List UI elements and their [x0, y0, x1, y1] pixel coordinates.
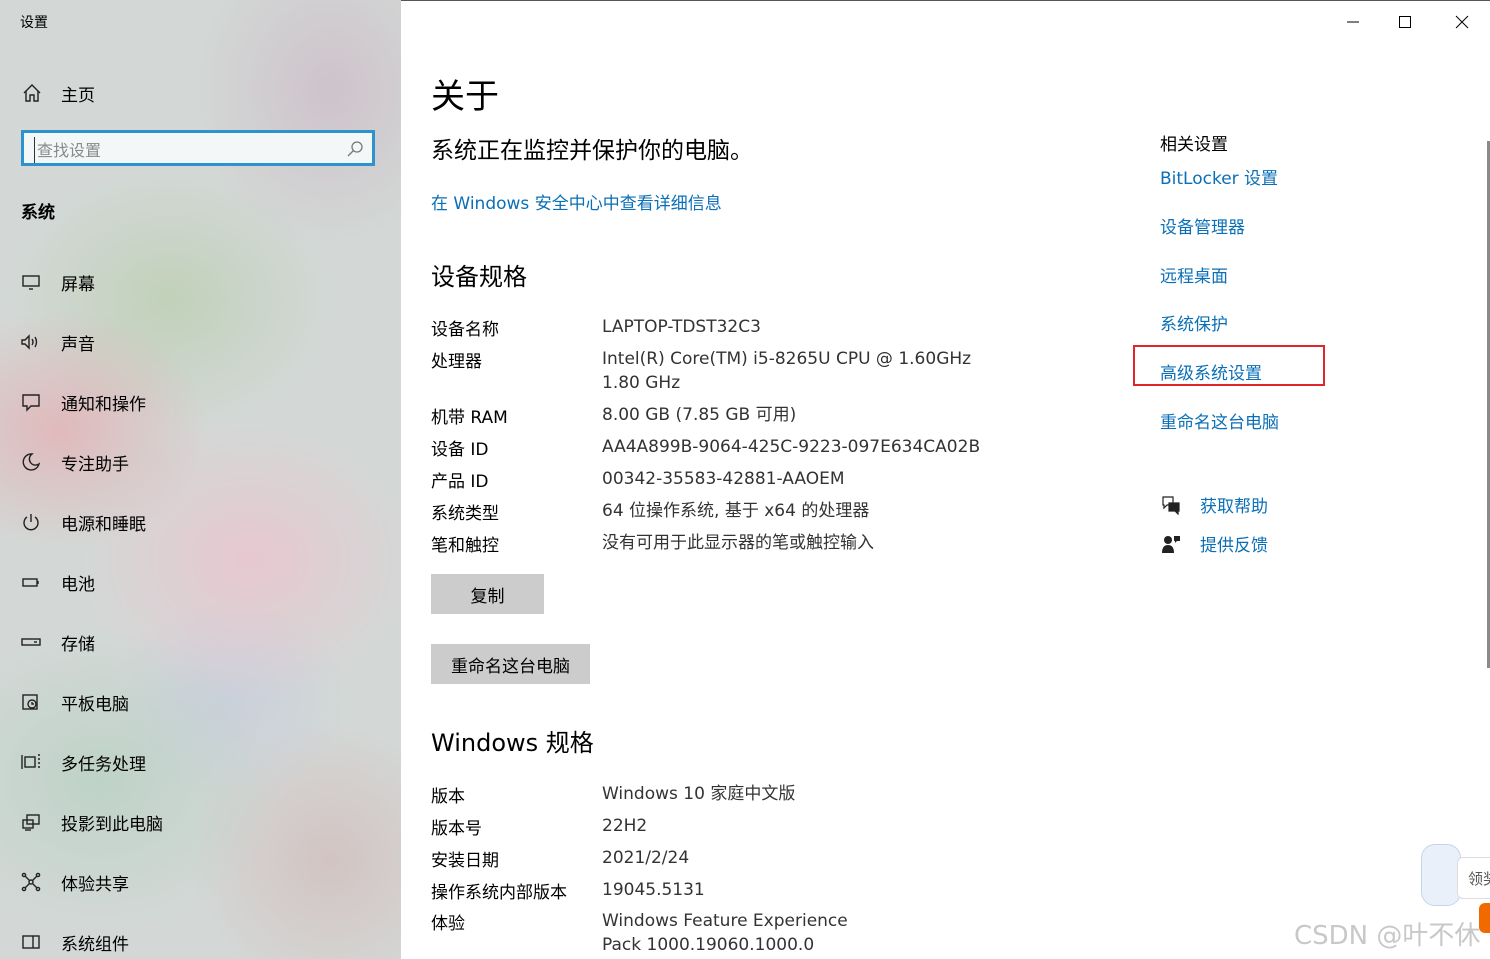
- sidebar-item-project[interactable]: 投影到此电脑: [20, 807, 163, 837]
- power-icon: [20, 511, 42, 533]
- spec-value: AA4A899B-9064-425C-9223-097E634CA02B: [602, 437, 981, 457]
- sidebar-home[interactable]: 主页: [20, 79, 95, 107]
- highlight-box: [1133, 345, 1325, 386]
- sidebar-home-label: 主页: [61, 85, 95, 106]
- spec-value: Windows 10 家庭中文版: [602, 784, 796, 804]
- sidebar-item-label: 投影到此电脑: [61, 814, 163, 835]
- bitlocker-link[interactable]: BitLocker 设置: [1160, 164, 1278, 189]
- spec-key: 机带 RAM: [431, 408, 508, 428]
- spec-value: 2021/2/24: [602, 848, 690, 868]
- watermark: CSDN @叶不休: [1294, 921, 1481, 951]
- spec-key: 体验: [431, 914, 465, 934]
- spec-value: 8.00 GB (7.85 GB 可用): [602, 405, 797, 425]
- spec-key: 设备名称: [431, 320, 499, 340]
- spec-key: 版本: [431, 787, 465, 807]
- sidebar-item-label: 电池: [61, 574, 95, 595]
- spec-key: 系统类型: [431, 504, 499, 524]
- search-icon[interactable]: [346, 140, 364, 158]
- sidebar-item-battery[interactable]: 电池: [20, 567, 95, 597]
- app-title: 设置: [20, 15, 48, 31]
- minimize-button[interactable]: [1338, 9, 1368, 35]
- device-specs-heading: 设备规格: [431, 263, 527, 291]
- sidebar-item-storage[interactable]: 存储: [20, 627, 95, 657]
- windows-specs-heading: Windows 规格: [431, 729, 594, 757]
- multitask-icon: [20, 751, 42, 773]
- rename-pc-link[interactable]: 重命名这台电脑: [1160, 408, 1279, 433]
- sidebar-item-label: 通知和操作: [61, 394, 146, 415]
- sidebar-item-label: 体验共享: [61, 874, 129, 895]
- search-input[interactable]: [34, 137, 339, 163]
- spec-key: 操作系统内部版本: [431, 883, 567, 903]
- spec-value: LAPTOP-TDST32C3: [602, 317, 761, 337]
- rename-pc-button[interactable]: 重命名这台电脑: [431, 644, 590, 684]
- tablet-icon: [20, 691, 42, 713]
- storage-icon: [20, 631, 42, 653]
- home-icon: [20, 81, 44, 105]
- spec-value: Intel(R) Core(TM) i5-8265U CPU @ 1.60GHz…: [602, 349, 972, 393]
- sidebar-item-sound[interactable]: 声音: [20, 327, 95, 357]
- notification-icon: [20, 391, 42, 413]
- sidebar-item-tablet[interactable]: 平板电脑: [20, 687, 129, 717]
- search-box: [21, 130, 375, 166]
- related-settings-title: 相关设置: [1160, 135, 1228, 155]
- page-title: 关于: [431, 77, 499, 117]
- spec-key: 设备 ID: [431, 440, 489, 460]
- sidebar-item-power[interactable]: 电源和睡眠: [20, 507, 146, 537]
- battery-icon: [20, 571, 42, 593]
- spec-key: 产品 ID: [431, 472, 489, 492]
- speaker-icon: [20, 331, 42, 353]
- sidebar-item-notifications[interactable]: 通知和操作: [20, 387, 146, 417]
- sidebar-item-multitask[interactable]: 多任务处理: [20, 747, 146, 777]
- reward-tab[interactable]: 领奖: [1457, 857, 1490, 899]
- get-help-item[interactable]: 获取帮助: [1160, 492, 1268, 517]
- security-center-link[interactable]: 在 Windows 安全中心中查看详细信息: [431, 189, 722, 214]
- main-content: 关于 系统正在监控并保护你的电脑。 在 Windows 安全中心中查看详细信息 …: [401, 0, 1490, 959]
- spec-value: 64 位操作系统, 基于 x64 的处理器: [602, 501, 870, 521]
- project-icon: [20, 811, 42, 833]
- system-protection-link[interactable]: 系统保护: [1160, 310, 1228, 335]
- sidebar-item-screen[interactable]: 屏幕: [20, 267, 95, 297]
- spec-value: 19045.5131: [602, 880, 705, 900]
- sidebar-item-components[interactable]: 系统组件: [20, 927, 129, 957]
- sidebar-item-label: 多任务处理: [61, 754, 146, 775]
- device-manager-link[interactable]: 设备管理器: [1160, 213, 1245, 238]
- copy-button[interactable]: 复制: [431, 574, 544, 614]
- spec-key: 安装日期: [431, 851, 499, 871]
- spec-value: Windows Feature Experience Pack 1000.190…: [602, 911, 848, 955]
- widget-badge: [1479, 903, 1490, 933]
- sidebar-item-label: 平板电脑: [61, 694, 129, 715]
- spec-value: 22H2: [602, 816, 648, 836]
- spec-key: 处理器: [431, 352, 482, 372]
- spec-value: 没有可用于此显示器的笔或触控输入: [602, 533, 874, 553]
- feedback-link[interactable]: 提供反馈: [1200, 531, 1268, 556]
- sidebar-item-label: 声音: [61, 334, 95, 355]
- get-help-link[interactable]: 获取帮助: [1200, 492, 1268, 517]
- sidebar-item-focus[interactable]: 专注助手: [20, 447, 129, 477]
- feedback-icon: [1160, 533, 1182, 555]
- sidebar-section-title: 系统: [21, 203, 55, 223]
- sidebar: 设置 主页 系统 屏幕 声音 通知和操作 专注助手 电源和睡眠 电池 存储: [0, 0, 401, 959]
- sidebar-item-label: 屏幕: [61, 274, 95, 295]
- sidebar-item-share[interactable]: 体验共享: [20, 867, 129, 897]
- maximize-button[interactable]: [1390, 9, 1420, 35]
- sidebar-item-label: 电源和睡眠: [61, 514, 146, 535]
- moon-icon: [20, 451, 42, 473]
- sidebar-item-label: 专注助手: [61, 454, 129, 475]
- feedback-item[interactable]: 提供反馈: [1160, 531, 1268, 556]
- spec-value: 00342-35583-42881-AAOEM: [602, 469, 845, 489]
- protection-status: 系统正在监控并保护你的电脑。: [431, 138, 753, 164]
- close-button[interactable]: [1447, 9, 1477, 35]
- sidebar-item-label: 系统组件: [61, 934, 129, 955]
- chat-help-icon: [1160, 494, 1182, 516]
- spec-key: 笔和触控: [431, 536, 499, 556]
- remote-desktop-link[interactable]: 远程桌面: [1160, 262, 1228, 287]
- monitor-icon: [20, 271, 42, 293]
- sidebar-item-label: 存储: [61, 634, 95, 655]
- components-icon: [20, 931, 42, 953]
- spec-key: 版本号: [431, 819, 482, 839]
- share-icon: [20, 871, 42, 893]
- assistant-widget[interactable]: [1421, 844, 1461, 906]
